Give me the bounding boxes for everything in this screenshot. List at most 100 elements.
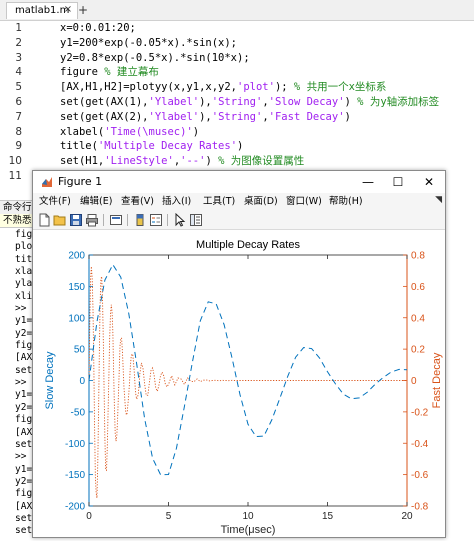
code-line[interactable]: x=0:0.01:20;: [60, 21, 439, 36]
code-area[interactable]: x=0:0.01:20; y1=200*exp(-0.05*x).*sin(x);…: [60, 21, 439, 184]
code-text: ): [344, 110, 351, 123]
menu-file[interactable]: 文件(F): [39, 193, 71, 211]
menu-tools[interactable]: 工具(T): [203, 193, 235, 211]
left-y-tick-label: 0: [79, 376, 85, 387]
line-number: 7: [15, 110, 22, 123]
open-folder-icon[interactable]: [53, 213, 67, 227]
code-string: 'Fast Decay': [268, 110, 345, 123]
toolbar-separator: [127, 214, 128, 226]
right-y-tick-label: 0.4: [411, 313, 425, 324]
figure-toolbar: [33, 211, 445, 230]
left-y-tick-label: 200: [68, 251, 85, 262]
code-string: 'Multiple Decay Rates': [97, 140, 238, 153]
toolbar-separator: [167, 214, 168, 226]
right-y-tick-label: -0.8: [411, 502, 429, 513]
code-text: figure: [60, 66, 105, 79]
code-text: ),: [199, 110, 212, 123]
plot-area[interactable]: 0 5 10 15 20 -200 -150 -100 -50 0 50 100 150 200 -0.8 -…: [33, 230, 445, 537]
figure-title-bar[interactable]: Figure 1 — ☐ ✕: [33, 171, 445, 193]
code-text: ): [344, 95, 358, 108]
new-tab-icon[interactable]: +: [76, 3, 90, 17]
code-line[interactable]: set(H1,'LineStyle','--') % 为图像设置属性: [60, 154, 439, 169]
code-line[interactable]: set(get(AX(2),'Ylabel'),'String','Fast D…: [60, 110, 439, 125]
right-y-tick-label: -0.4: [411, 439, 429, 450]
code-text: set(get(AX(2),: [60, 110, 149, 123]
close-button[interactable]: ✕: [414, 172, 444, 192]
line-number-gutter: 1 2 3 4 5 6 7 8 9 10 11: [0, 21, 30, 184]
code-text: set(get(AX(1),: [60, 95, 149, 108]
menu-window[interactable]: 窗口(W): [286, 193, 322, 211]
code-comment: % 为图像设置属性: [218, 155, 305, 168]
right-y-tick-label: -0.6: [411, 470, 429, 481]
figure-window[interactable]: Figure 1 — ☐ ✕ 文件(F) 编辑(E) 查看(V) 插入(I) 工…: [32, 170, 446, 538]
code-text: set(H1,: [60, 155, 105, 168]
left-y-tick-label: -100: [65, 439, 85, 450]
code-line[interactable]: xlabel('Time(\musec)'): [60, 125, 439, 140]
plotyy-chart[interactable]: 0 5 10 15 20 -200 -150 -100 -50 0 50 100 150 200 -0.8 -…: [33, 230, 445, 537]
new-file-icon[interactable]: [37, 213, 51, 227]
menu-view[interactable]: 查看(V): [121, 193, 154, 211]
right-y-tick-label: 0.8: [411, 251, 425, 262]
link-plot-icon[interactable]: [109, 213, 123, 227]
code-line[interactable]: y1=200*exp(-0.05*x).*sin(x);: [60, 36, 439, 51]
line-number: 11: [8, 169, 22, 182]
x-tick-label: 20: [401, 511, 413, 522]
code-comment: % 建立幕布: [104, 66, 159, 79]
line-number: 6: [15, 95, 22, 108]
code-text: title(: [60, 140, 98, 153]
code-line[interactable]: set(get(AX(1),'Ylabel'),'String','Slow D…: [60, 95, 439, 110]
menu-help[interactable]: 帮助(H): [329, 193, 363, 211]
edit-plot-icon[interactable]: [173, 213, 187, 227]
line-number: 5: [15, 81, 22, 94]
figure-menu-bar: 文件(F) 编辑(E) 查看(V) 插入(I) 工具(T) 桌面(D) 窗口(W…: [33, 193, 445, 211]
code-text: y2=0.8*exp(-0.5*x).*sin(10*x);: [60, 51, 250, 64]
code-string: 'LineStyle': [104, 155, 174, 168]
tab-close-icon[interactable]: ×: [62, 2, 74, 18]
code-line[interactable]: [AX,H1,H2]=plotyy(x,y1,x,y2,'plot'); % 共…: [60, 80, 439, 95]
line-number: 4: [15, 66, 22, 79]
code-text: [AX,H1,H2]=plotyy(x,y1,x,y2,: [60, 81, 238, 94]
insert-colorbar-icon[interactable]: [133, 213, 147, 227]
print-icon[interactable]: [85, 213, 99, 227]
x-tick-label: 15: [322, 511, 334, 522]
property-inspector-icon[interactable]: [189, 213, 203, 227]
x-tick-label: 10: [242, 511, 254, 522]
line-number: 10: [8, 155, 22, 168]
save-icon[interactable]: [69, 213, 83, 227]
line-number: 3: [15, 51, 22, 64]
left-y-tick-label: -150: [65, 470, 85, 481]
right-y-axis-label: Fast Decay: [431, 352, 443, 408]
minimize-button[interactable]: —: [353, 172, 383, 192]
code-comment: % 为y轴添加标签: [357, 95, 440, 108]
code-line[interactable]: figure % 建立幕布: [60, 65, 439, 80]
code-string: 'String': [211, 110, 263, 123]
menu-insert[interactable]: 插入(I): [162, 193, 191, 211]
code-string: 'Time(\musec)': [104, 125, 193, 138]
x-tick-label: 5: [166, 511, 172, 522]
left-y-tick-label: 150: [68, 282, 85, 293]
code-text: ): [192, 125, 200, 138]
code-text: y1=200*exp(-0.05*x).*sin(x);: [60, 36, 238, 49]
code-line[interactable]: title('Multiple Decay Rates'): [60, 139, 439, 154]
code-line[interactable]: y2=0.8*exp(-0.5*x).*sin(10*x);: [60, 51, 439, 66]
code-string: 'String': [211, 95, 263, 108]
code-comment: % 共用一个x坐标系: [293, 81, 387, 94]
line-number: 2: [15, 36, 22, 49]
right-y-tick-label: 0.6: [411, 282, 425, 293]
line-number: 9: [15, 140, 22, 153]
menu-overflow-icon[interactable]: ◥: [435, 195, 442, 205]
x-tick-label: 0: [86, 511, 92, 522]
right-y-tick-label: 0.2: [411, 345, 425, 356]
figure-title: Figure 1: [58, 175, 103, 188]
right-y-tick-label: 0: [411, 376, 417, 387]
insert-legend-icon[interactable]: [149, 213, 163, 227]
code-text: );: [274, 81, 294, 94]
chart-title: Multiple Decay Rates: [196, 239, 300, 251]
menu-edit[interactable]: 编辑(E): [80, 193, 112, 211]
code-text: ),: [199, 95, 212, 108]
editor-tab-bar: matlab1.m × +: [0, 0, 474, 21]
menu-desktop[interactable]: 桌面(D): [244, 193, 278, 211]
code-string: '--': [180, 155, 206, 168]
code-string: 'Ylabel': [148, 110, 200, 123]
maximize-button[interactable]: ☐: [383, 172, 413, 192]
